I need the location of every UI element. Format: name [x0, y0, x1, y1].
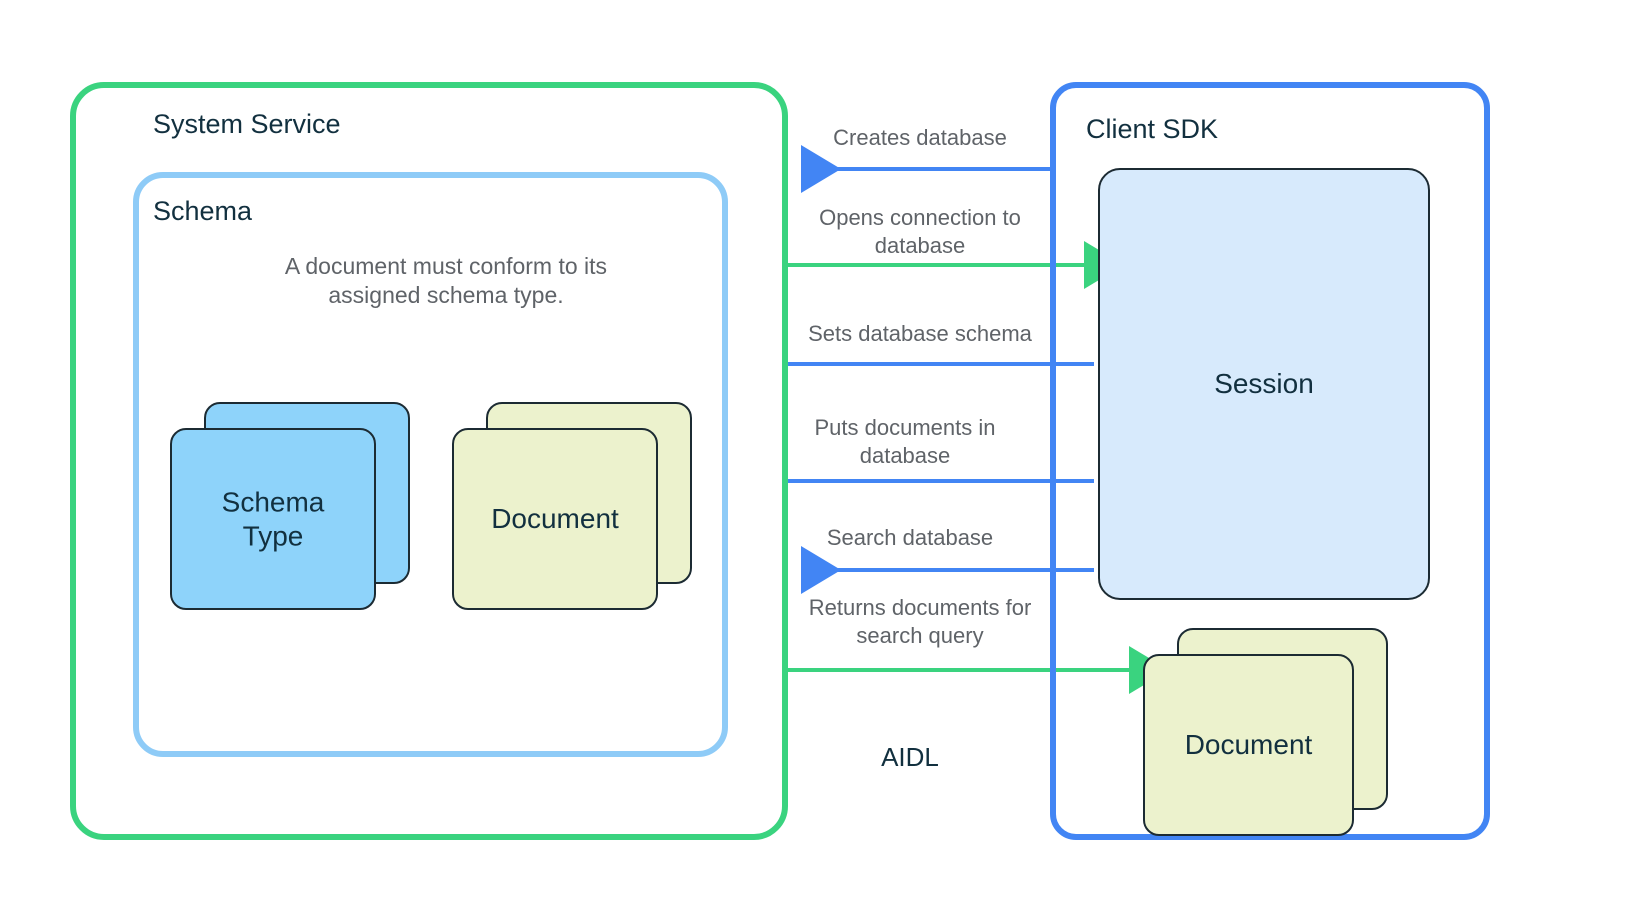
schema-title: Schema: [153, 196, 253, 226]
flow-label-creates-database: Creates database: [833, 125, 1007, 150]
flow-label-search-database: Search database: [826, 525, 994, 550]
session-label: Session: [1214, 368, 1314, 399]
aidl-boundary-label: AIDL: [881, 742, 939, 772]
flow-label-sets-schema: Sets database schema: [808, 321, 1032, 346]
document-schema-node[interactable]: Document: [452, 402, 692, 610]
schema-type-card-front: Schema Type: [170, 428, 376, 610]
schema-type-label: Schema Type: [221, 486, 325, 551]
document-client-label: Document: [1184, 729, 1313, 761]
document-schema-label: Document: [491, 503, 619, 535]
schema-note-text: A document must conform to its assigned …: [284, 253, 608, 309]
session-node[interactable]: Session: [1098, 168, 1430, 600]
flow-label-returns-documents: Returns documents for search query: [808, 595, 1032, 649]
schema-type-node[interactable]: Schema Type: [170, 402, 410, 610]
flow-label-opens-connection: Opens connection to database: [819, 205, 1021, 259]
document-client-card-front: Document: [1143, 654, 1354, 836]
document-client-node[interactable]: Document: [1143, 628, 1388, 836]
system-service-title: System Service: [153, 109, 341, 139]
client-sdk-title: Client SDK: [1086, 114, 1219, 144]
flow-label-puts-documents: Puts documents in database: [814, 415, 996, 469]
document-schema-card-front: Document: [452, 428, 658, 610]
